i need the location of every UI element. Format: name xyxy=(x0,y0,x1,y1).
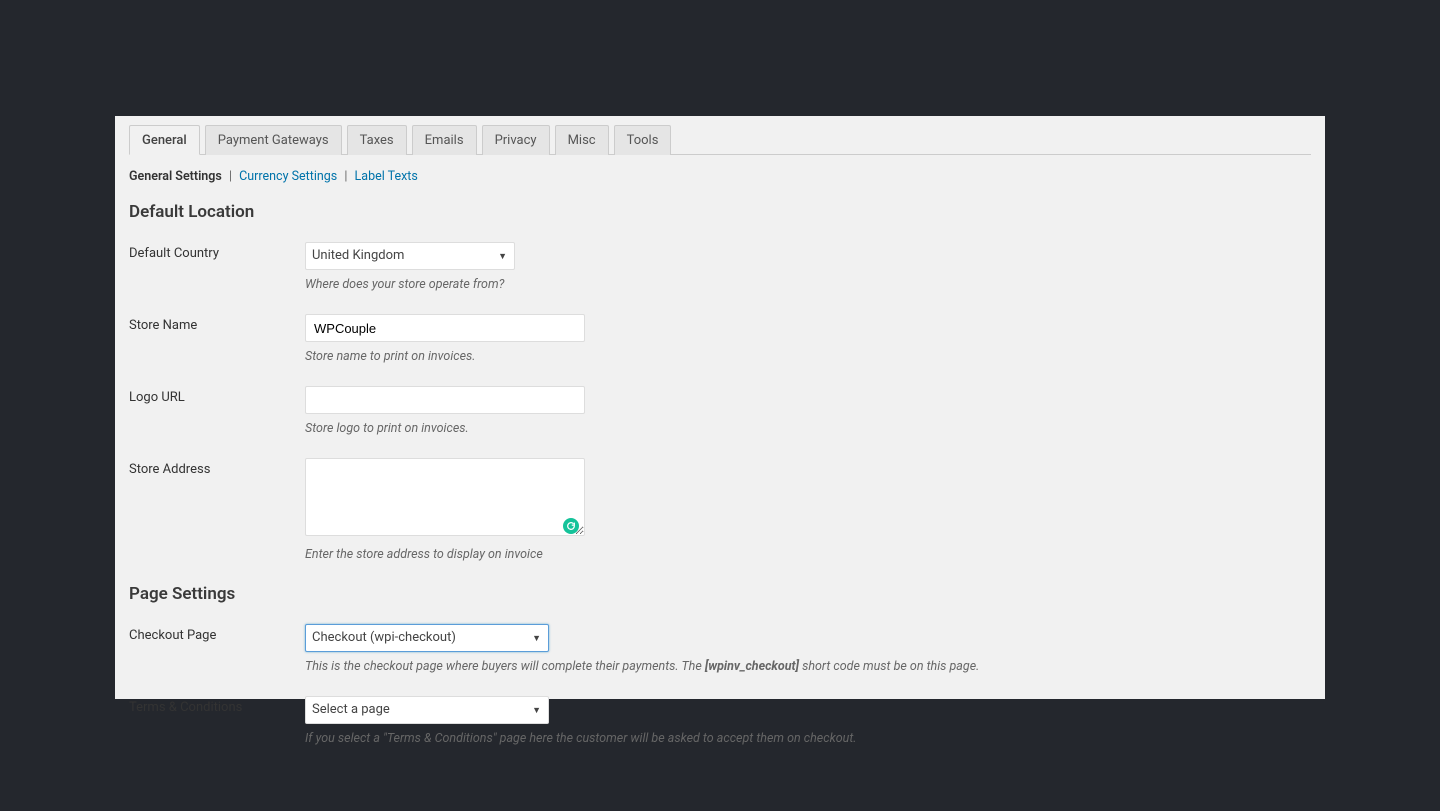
tab-general[interactable]: General xyxy=(129,125,200,155)
tab-taxes[interactable]: Taxes xyxy=(347,125,407,155)
terms-page-select[interactable]: Select a page xyxy=(305,696,549,724)
label-checkout-page: Checkout Page xyxy=(129,624,305,643)
helper-default-country: Where does your store operate from? xyxy=(305,277,1311,292)
subtab-general-settings[interactable]: General Settings xyxy=(129,169,222,184)
tab-payment-gateways[interactable]: Payment Gateways xyxy=(205,125,342,155)
helper-checkout-pre: This is the checkout page where buyers w… xyxy=(305,659,705,674)
helper-store-address: Enter the store address to display on in… xyxy=(305,547,1311,562)
subtab-nav: General Settings | Currency Settings | L… xyxy=(129,169,1311,184)
helper-terms: If you select a "Terms & Conditions" pag… xyxy=(305,731,1311,746)
subtab-label-texts[interactable]: Label Texts xyxy=(355,169,418,184)
tab-misc[interactable]: Misc xyxy=(555,125,609,155)
helper-logo-url: Store logo to print on invoices. xyxy=(305,421,1311,436)
subtab-currency-settings[interactable]: Currency Settings xyxy=(239,169,337,184)
helper-store-name: Store name to print on invoices. xyxy=(305,349,1311,364)
row-store-name: Store Name Store name to print on invoic… xyxy=(129,314,1311,364)
helper-checkout-page: This is the checkout page where buyers w… xyxy=(305,659,1311,674)
label-store-name: Store Name xyxy=(129,314,305,333)
section-title-default-location: Default Location xyxy=(129,202,1311,222)
tab-privacy[interactable]: Privacy xyxy=(482,125,550,155)
store-name-input[interactable] xyxy=(305,314,585,342)
logo-url-input[interactable] xyxy=(305,386,585,414)
subtab-divider: | xyxy=(344,169,347,184)
row-terms: Terms & Conditions Select a page If you … xyxy=(129,696,1311,746)
row-store-address: Store Address Enter the store address to… xyxy=(129,458,1311,562)
tab-tools[interactable]: Tools xyxy=(614,125,672,155)
label-terms: Terms & Conditions xyxy=(129,696,305,715)
helper-checkout-post: short code must be on this page. xyxy=(799,659,979,674)
checkout-page-select[interactable]: Checkout (wpi-checkout) xyxy=(305,624,549,652)
subtab-divider: | xyxy=(229,169,232,184)
section-title-page-settings: Page Settings xyxy=(129,584,1311,604)
label-logo-url: Logo URL xyxy=(129,386,305,405)
default-country-select[interactable]: United Kingdom xyxy=(305,242,515,270)
label-default-country: Default Country xyxy=(129,242,305,261)
settings-panel: General Payment Gateways Taxes Emails Pr… xyxy=(115,116,1325,699)
store-address-textarea[interactable] xyxy=(305,458,585,536)
row-default-country: Default Country United Kingdom Where doe… xyxy=(129,242,1311,292)
grammarly-icon xyxy=(563,518,579,534)
row-logo-url: Logo URL Store logo to print on invoices… xyxy=(129,386,1311,436)
row-checkout-page: Checkout Page Checkout (wpi-checkout) Th… xyxy=(129,624,1311,674)
main-tabs: General Payment Gateways Taxes Emails Pr… xyxy=(129,116,1311,155)
helper-checkout-code: [wpinv_checkout] xyxy=(705,659,799,674)
tab-emails[interactable]: Emails xyxy=(412,125,477,155)
label-store-address: Store Address xyxy=(129,458,305,477)
